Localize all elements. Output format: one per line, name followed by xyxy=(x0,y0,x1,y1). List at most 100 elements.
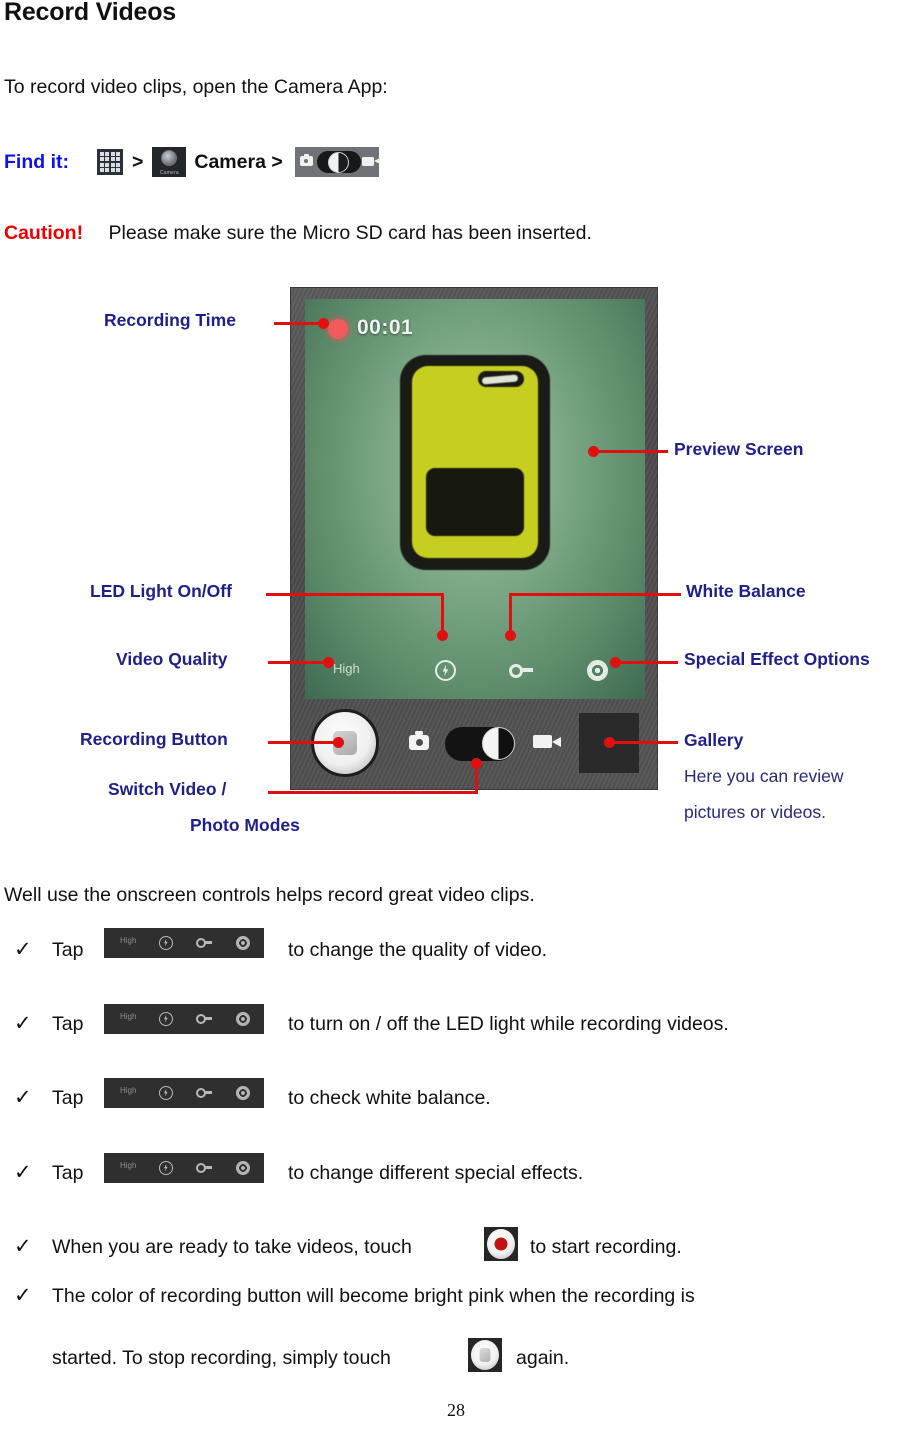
instructions-lead-in: Well use the onscreen controls helps rec… xyxy=(4,884,535,906)
record-button-icon[interactable] xyxy=(484,1227,518,1261)
page-title: Record Videos xyxy=(4,0,176,26)
separator-chevron-1: > xyxy=(131,150,144,173)
preview-subject-image xyxy=(400,355,550,570)
strip-white-balance-icon xyxy=(196,1088,212,1099)
strip-flash-icon xyxy=(159,1012,173,1026)
bullet-check-5: ✓ xyxy=(14,1235,32,1258)
video-quality-value[interactable]: High xyxy=(333,661,360,676)
stop-button-glyph xyxy=(471,1340,499,1370)
strip-white-balance-icon xyxy=(196,938,212,949)
camera-app-icon-label: Camera xyxy=(159,170,179,176)
leader-line-white-balance-h xyxy=(509,593,681,596)
strip-effects-icon xyxy=(236,936,250,950)
bullet-check-3: ✓ xyxy=(14,1086,32,1109)
bullet-prefix-2: Tap xyxy=(52,1013,84,1035)
bullet-prefix-1: Tap xyxy=(52,939,84,961)
flash-led-icon[interactable] xyxy=(435,660,456,681)
page-number: 28 xyxy=(447,1400,465,1420)
bullet-check-1: ✓ xyxy=(14,938,32,961)
callout-preview-screen: Preview Screen xyxy=(674,439,804,459)
photo-video-mode-toggle-icon[interactable] xyxy=(294,147,380,177)
strip-effects-icon xyxy=(236,1161,250,1175)
callout-switch-modes-line-1: Switch Video / xyxy=(108,779,227,799)
strip-effects-icon xyxy=(236,1086,250,1100)
find-it-row: Find it: > Camera Camera > xyxy=(4,144,380,180)
strip-flash-icon xyxy=(159,1086,173,1100)
leader-dot-switch-modes xyxy=(471,758,482,769)
record-button-glyph xyxy=(487,1229,515,1259)
leader-dot-video-quality xyxy=(323,657,334,668)
leader-line-led-light-h xyxy=(266,593,444,596)
camera-app-icon[interactable]: Camera xyxy=(152,147,187,177)
special-effects-icon[interactable] xyxy=(587,660,608,681)
strip-white-balance-icon xyxy=(196,1163,212,1174)
strip-quality-label: High xyxy=(120,1012,137,1021)
leader-line-switch-modes-h xyxy=(268,791,478,794)
bullet-suffix-5: to start recording. xyxy=(530,1236,682,1258)
bullet-prefix-3: Tap xyxy=(52,1087,84,1109)
leader-line-led-light-v xyxy=(441,593,444,633)
bullet-check-6: ✓ xyxy=(14,1284,32,1307)
bullet-suffix-3: to check white balance. xyxy=(288,1087,491,1109)
leader-line-gallery xyxy=(610,741,678,744)
strip-quality-label: High xyxy=(120,1161,137,1170)
camera-lens-icon xyxy=(161,150,178,166)
video-mode-icon xyxy=(533,735,561,748)
bullet-check-4: ✓ xyxy=(14,1161,32,1184)
recording-time-value: 00:01 xyxy=(357,316,414,339)
strip-flash-icon xyxy=(159,1161,173,1175)
onscreen-control-strip: High xyxy=(305,657,645,685)
strip-flash-icon xyxy=(159,936,173,950)
stop-button-icon[interactable] xyxy=(468,1338,502,1372)
camera-mode-icon xyxy=(299,153,313,166)
find-it-label: Find it: xyxy=(4,150,69,173)
bullet-prefix-5: When you are ready to take videos, touch xyxy=(52,1236,412,1258)
toggle-knob[interactable] xyxy=(327,151,349,173)
control-strip-icon[interactable]: High xyxy=(104,1004,264,1034)
record-indicator-dot xyxy=(328,319,348,339)
callout-switch-modes-line-2: Photo Modes xyxy=(190,815,300,835)
camera-step-label: Camera > xyxy=(194,150,283,173)
mode-toggle-knob[interactable] xyxy=(482,727,515,760)
leader-dot-recording-time xyxy=(318,318,329,329)
leader-line-recording-time xyxy=(274,322,322,325)
bullet-suffix-4: to change different special effects. xyxy=(288,1162,584,1184)
leader-dot-recording-button xyxy=(333,737,344,748)
strip-quality-label: High xyxy=(120,936,137,945)
bullet-line-6b-suffix: again. xyxy=(516,1347,570,1369)
bullet-prefix-4: Tap xyxy=(52,1162,84,1184)
strip-white-balance-icon xyxy=(196,1014,212,1025)
subject-window xyxy=(426,468,524,536)
bullet-check-2: ✓ xyxy=(14,1012,32,1035)
bullet-line-6a: The color of recording button will becom… xyxy=(52,1285,695,1307)
white-balance-icon[interactable] xyxy=(509,663,533,679)
callout-gallery: Gallery xyxy=(684,730,744,750)
subject-highlight xyxy=(481,374,519,385)
bullet-line-6b-prefix: started. To stop recording, simply touch xyxy=(52,1347,391,1369)
callout-special-effects: Special Effect Options xyxy=(684,649,870,669)
caution-text: Please make sure the Micro SD card has b… xyxy=(108,222,592,244)
strip-quality-label: High xyxy=(120,1086,137,1095)
video-mode-icon xyxy=(361,157,380,166)
control-strip-icon[interactable]: High xyxy=(104,1153,264,1183)
phone-device: 00:01 High xyxy=(290,287,658,790)
camera-mode-icon xyxy=(409,731,429,750)
caution-label: Caution! xyxy=(4,222,84,244)
leader-line-preview-screen xyxy=(594,450,668,453)
bullet-suffix-1: to change the quality of video. xyxy=(288,939,548,961)
leader-line-video-quality xyxy=(268,661,326,664)
preview-screen[interactable]: 00:01 High xyxy=(305,299,645,699)
control-strip-icon[interactable]: High xyxy=(104,928,264,958)
callout-white-balance: White Balance xyxy=(686,581,806,601)
gallery-note-line-2: pictures or videos. xyxy=(684,802,827,822)
gallery-note-line-1: Here you can review xyxy=(684,766,844,786)
callout-recording-time: Recording Time xyxy=(104,310,236,330)
control-strip-icon[interactable]: High xyxy=(104,1078,264,1108)
leader-line-special-effects xyxy=(616,661,678,664)
caution-row: Caution! Please make sure the Micro SD c… xyxy=(4,222,592,245)
strip-effects-icon xyxy=(236,1012,250,1026)
app-drawer-grid-icon[interactable] xyxy=(96,149,123,175)
intro-text: To record video clips, open the Camera A… xyxy=(4,76,388,98)
leader-line-recording-button xyxy=(268,741,336,744)
bullet-suffix-2: to turn on / off the LED light while rec… xyxy=(288,1013,729,1035)
